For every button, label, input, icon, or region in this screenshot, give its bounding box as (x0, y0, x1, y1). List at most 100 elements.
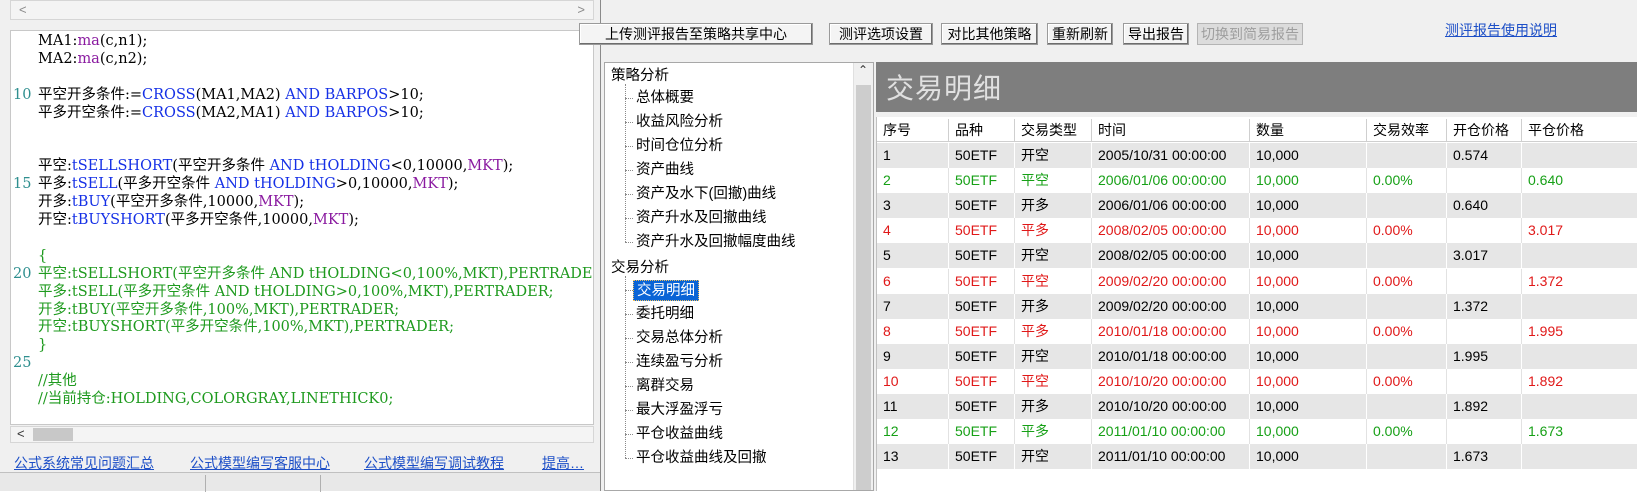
column-header[interactable]: 时间 (1092, 119, 1250, 142)
tree-item[interactable]: 交易总体分析 (633, 328, 726, 349)
scroll-left-icon[interactable]: < (19, 2, 27, 17)
table-cell: 50ETF (949, 268, 1015, 294)
table-cell: 1.892 (1447, 394, 1522, 419)
bottom-tab[interactable] (320, 475, 400, 492)
table-row[interactable]: 2 50ETF 平空 2006/01/06 00:00:00 10,000 0.00% 0.… (877, 168, 1637, 194)
column-header[interactable]: 交易类型 (1015, 119, 1092, 142)
tree-connector (625, 434, 633, 435)
table-row[interactable]: 9 50ETF 开空 2010/01/18 00:00:00 10,000 1.995 (877, 343, 1637, 369)
table-cell: 50ETF (949, 343, 1015, 369)
table-cell: 1.372 (1447, 293, 1522, 319)
column-header[interactable]: 开仓价格 (1447, 119, 1522, 142)
table-row[interactable]: 3 50ETF 开多 2006/01/06 00:00:00 10,000 0.640 (877, 193, 1637, 219)
link-support-center[interactable]: 公式模型编写客服中心 (190, 453, 330, 472)
table-row[interactable]: 5 50ETF 开空 2008/02/05 00:00:00 10,000 3.017 (877, 243, 1637, 269)
tree-connector (625, 122, 633, 123)
table-row[interactable]: 12 50ETF 平多 2011/01/10 00:00:00 10,000 0.00% 1… (877, 419, 1637, 445)
tree-item[interactable]: 平仓收益曲线及回撤 (633, 448, 770, 469)
table-cell (1367, 293, 1447, 319)
table-cell: 10,000 (1250, 243, 1367, 269)
scroll-left-icon[interactable]: < (17, 426, 25, 441)
table-cell: 1 (877, 143, 949, 168)
code-line: //当前持仓:HOLDING,COLORGRAY,LINETHICK0; (38, 391, 394, 407)
table-cell: 开空 (1015, 444, 1092, 470)
table-row[interactable]: 6 50ETF 平空 2009/02/20 00:00:00 10,000 0.00% 1.… (877, 268, 1637, 294)
tree-item[interactable]: 离群交易 (633, 376, 697, 397)
tree-connector (625, 290, 633, 291)
code-line: //其他 (38, 373, 77, 390)
compare-strategies-button[interactable]: 对比其他策略 (941, 23, 1038, 45)
column-header[interactable]: 平仓价格 (1522, 119, 1637, 142)
tree-category[interactable]: 策略分析 (611, 64, 669, 85)
table-row[interactable]: 8 50ETF 平多 2010/01/18 00:00:00 10,000 0.00% 1.… (877, 318, 1637, 344)
code-editor[interactable]: 10 15 20 25 MA1:ma(c,n1); MA2:ma(c,n2); 平空开多条… (10, 30, 594, 425)
table-cell: 3 (877, 193, 949, 219)
code-line: 开多:tBUY(平空开多条件,100%,MKT),PERTRADER; (38, 301, 400, 318)
table-cell: 10,000 (1250, 293, 1367, 319)
table-row[interactable]: 4 50ETF 平多 2008/02/05 00:00:00 10,000 0.00% 3.… (877, 218, 1637, 244)
table-cell: 开空 (1015, 143, 1092, 168)
tree-item[interactable]: 平仓收益曲线 (633, 424, 726, 445)
tree-item[interactable]: 资产升水及回撤曲线 (633, 208, 770, 229)
table-cell: 开空 (1015, 343, 1092, 369)
table-cell: 6 (877, 268, 949, 294)
table-cell: 50ETF (949, 143, 1015, 168)
table-cell: 2006/01/06 00:00:00 (1092, 168, 1250, 194)
column-header[interactable]: 品种 (949, 119, 1015, 142)
link-improve[interactable]: 提高… (542, 453, 584, 472)
table-cell: 0.640 (1447, 193, 1522, 219)
scrollbar-thumb[interactable] (33, 428, 73, 441)
table-cell: 0.00% (1367, 368, 1447, 394)
table-cell: 50ETF (949, 218, 1015, 244)
bottom-horizontal-scrollbar[interactable]: < (10, 426, 594, 443)
tree-vertical-scrollbar[interactable]: ⌃ (853, 63, 873, 490)
tree-item[interactable]: 总体概要 (633, 88, 697, 109)
scroll-right-icon[interactable]: > (577, 2, 585, 17)
tree-item[interactable]: 连续盈亏分析 (633, 352, 726, 373)
refresh-button[interactable]: 重新刷新 (1047, 23, 1113, 45)
table-cell: 2009/02/20 00:00:00 (1092, 268, 1250, 294)
tree-connector (625, 338, 633, 339)
upload-report-button[interactable]: 上传测评报告至策略共享中心 (579, 23, 813, 45)
table-row[interactable]: 13 50ETF 开空 2011/01/10 00:00:00 10,000 1.673 (877, 444, 1637, 470)
tree-connector (625, 386, 633, 387)
tree-item[interactable]: 收益风险分析 (633, 112, 726, 133)
table-cell: 10 (877, 368, 949, 394)
table-cell: 1.892 (1522, 369, 1637, 394)
top-horizontal-scrollbar[interactable]: < > (10, 0, 594, 20)
tree-item[interactable]: 时间仓位分析 (633, 136, 726, 157)
table-cell: 平空 (1015, 168, 1092, 194)
table-cell: 50ETF (949, 419, 1015, 445)
scrollbar-thumb[interactable] (856, 85, 871, 490)
column-header[interactable]: 序号 (877, 119, 949, 142)
tree-category[interactable]: 交易分析 (611, 256, 669, 277)
tree-item[interactable]: 资产升水及回撤幅度曲线 (633, 232, 799, 253)
table-row[interactable]: 11 50ETF 开多 2010/10/20 00:00:00 10,000 1.892 (877, 394, 1637, 419)
bottom-tab-strip (0, 472, 600, 492)
column-header[interactable]: 交易效率 (1367, 119, 1447, 142)
table-cell (1367, 243, 1447, 269)
table-cell (1522, 344, 1637, 369)
tree-item[interactable]: 交易明细 (633, 280, 699, 301)
export-report-button[interactable]: 导出报告 (1123, 23, 1189, 45)
tree-item[interactable]: 资产及水下(回撤)曲线 (633, 184, 779, 205)
code-line: 平多:tSELL(平多开空条件 AND tHOLDING>0,10000,MKT… (38, 176, 459, 193)
link-debug-tutorial[interactable]: 公式模型编写调试教程 (364, 453, 504, 472)
table-row[interactable]: 7 50ETF 开多 2009/02/20 00:00:00 10,000 1.372 (877, 293, 1637, 319)
tree-item[interactable]: 最大浮盈浮亏 (633, 400, 726, 421)
column-header[interactable]: 数量 (1250, 119, 1367, 142)
table-row[interactable]: 1 50ETF 开空 2005/10/31 00:00:00 10,000 0.574 (877, 143, 1637, 168)
table-cell (1367, 193, 1447, 219)
link-faq[interactable]: 公式系统常见问题汇总 (14, 453, 154, 472)
chevron-up-icon[interactable]: ⌃ (858, 63, 868, 77)
tree-item[interactable]: 委托明细 (633, 304, 697, 325)
table-cell: 11 (877, 394, 949, 419)
table-row[interactable]: 10 50ETF 平空 2010/10/20 00:00:00 10,000 0.00% 1… (877, 368, 1637, 394)
table-cell: 平多 (1015, 318, 1092, 344)
evaluation-options-button[interactable]: 测评选项设置 (829, 23, 933, 45)
tree-item[interactable]: 资产曲线 (633, 160, 697, 181)
report-help-link[interactable]: 测评报告使用说明 (1445, 20, 1557, 40)
table-cell (1522, 193, 1637, 218)
bottom-tab[interactable] (205, 475, 320, 492)
table-cell (1367, 394, 1447, 419)
